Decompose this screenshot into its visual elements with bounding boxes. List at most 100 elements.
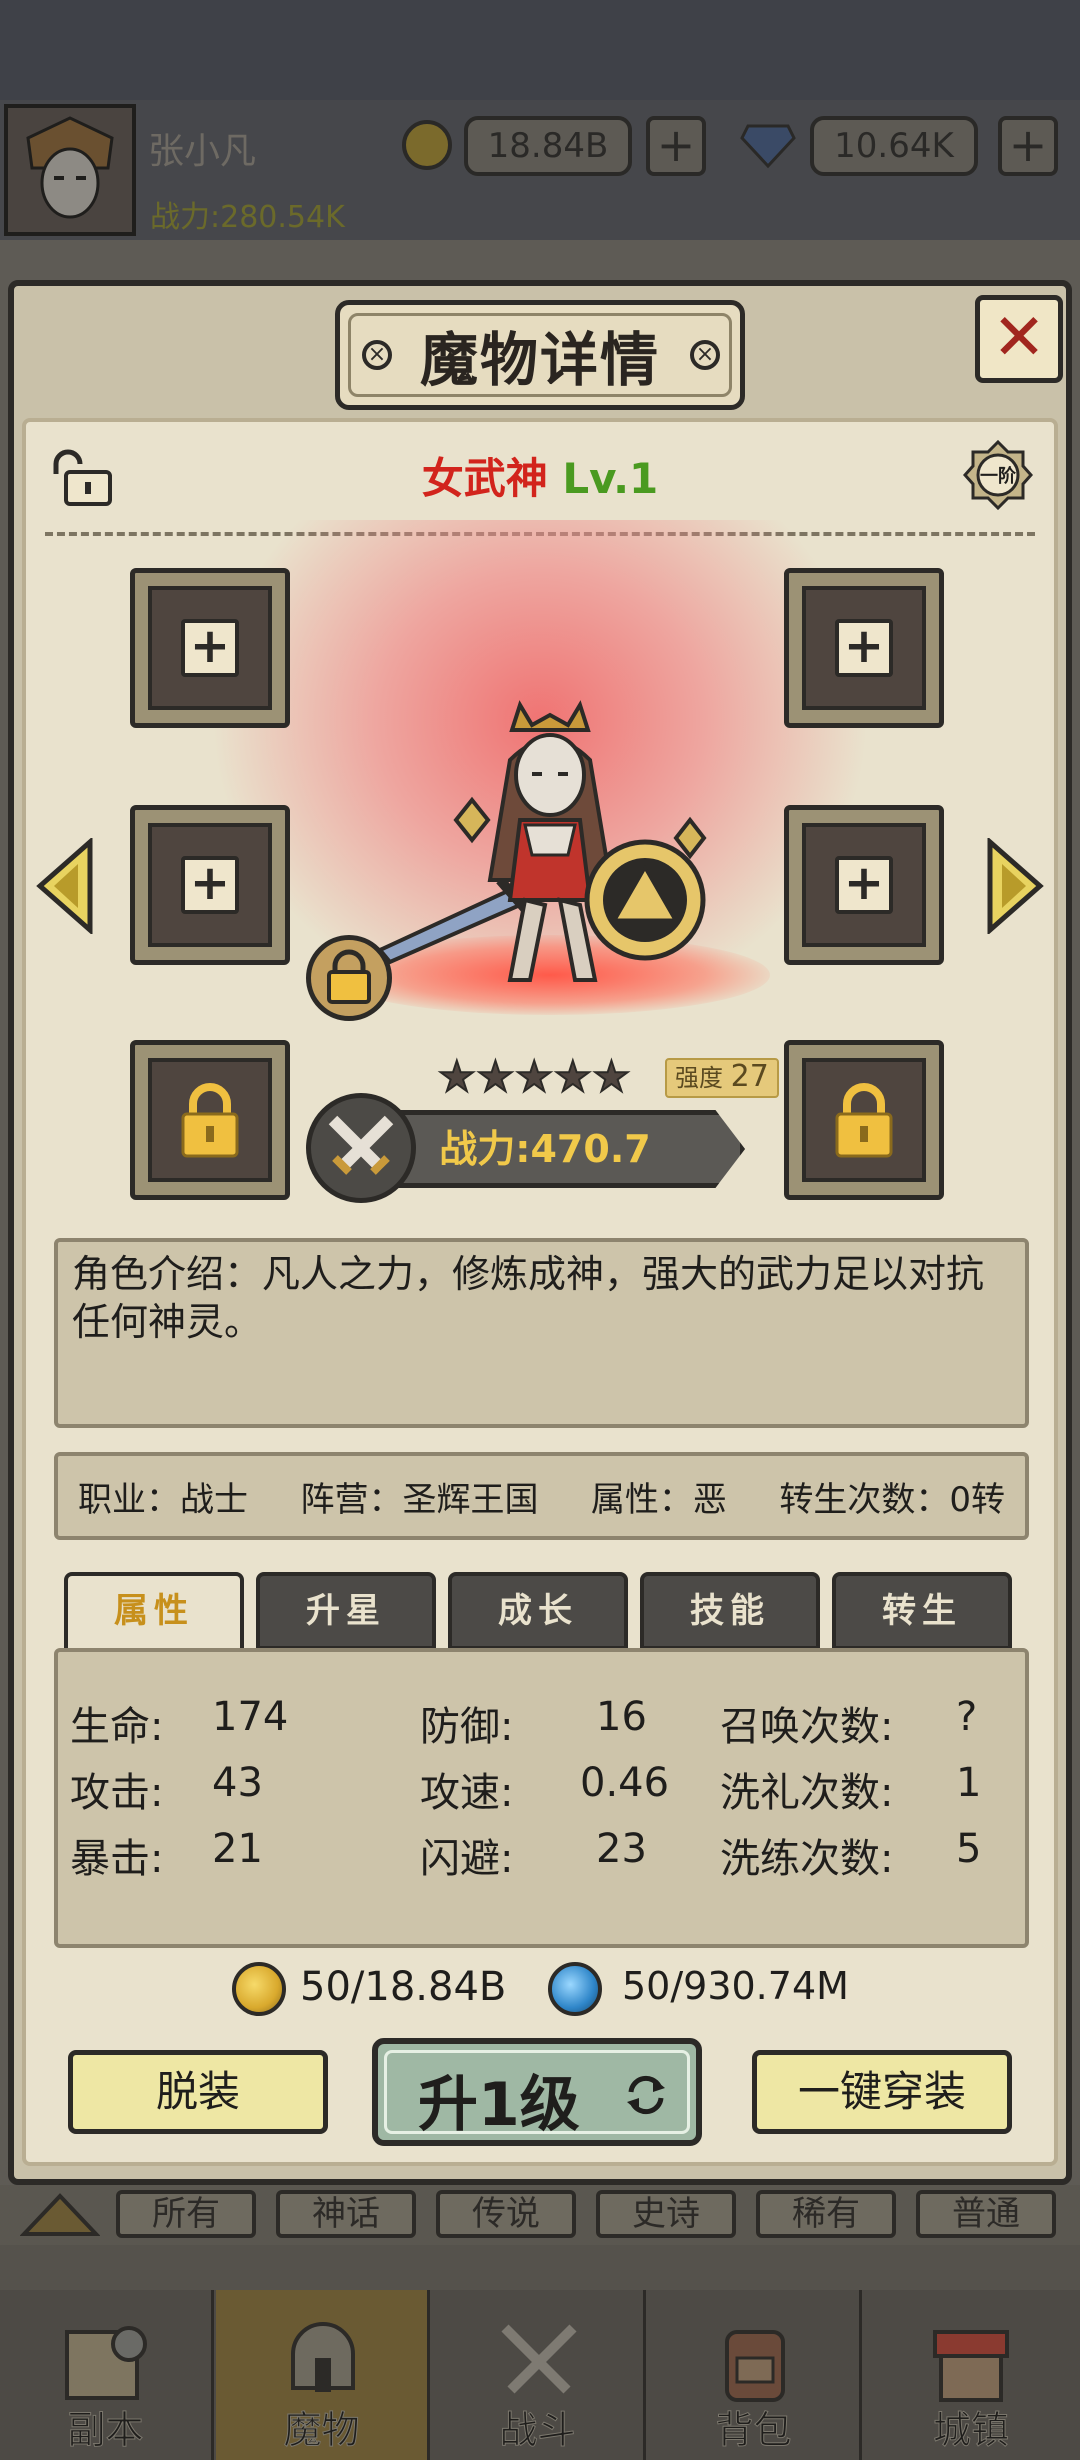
lock-icon [181,1083,239,1158]
level-up-label: 升1级 [418,2070,580,2140]
map-icon [65,2326,147,2400]
nav-monsters[interactable]: 魔物 [216,2290,430,2460]
stat-value: 174 [212,1694,289,1740]
equip-slot-6-locked[interactable] [784,1040,944,1200]
stat-label: 暴击: [70,1836,164,1882]
equip-slot-4[interactable]: + [784,805,944,965]
crystal-cost: 50/930.74M [622,1964,849,2008]
tab-skills[interactable]: 技能 [640,1572,820,1650]
monster-info-row: 职业：战士 阵营：圣辉王国 属性：恶 转生次数：0转 [54,1452,1029,1540]
crossed-swords-icon [501,2324,577,2394]
nav-backpack[interactable]: 背包 [648,2290,862,2460]
avatar[interactable] [4,104,136,236]
star-icon: ★ [476,1051,516,1102]
add-icon: + [835,619,893,677]
stat-label: 洗礼次数: [720,1770,894,1816]
strength-badge: 强度 27 [665,1058,779,1098]
unequip-button[interactable]: 脱装 [68,2050,328,2134]
nav-dungeon[interactable]: 副本 [0,2290,214,2460]
level-up-button[interactable]: 升1级 [372,2038,702,2146]
star-icon: ★ [437,1051,477,1102]
bolt-icon: × [690,340,720,370]
equip-slot-5-locked[interactable] [130,1040,290,1200]
tab-growth[interactable]: 成长 [448,1572,628,1650]
attribute-info: 属性：恶 [590,1479,727,1520]
stat-value: 5 [956,1826,982,1872]
category-mythic[interactable]: 神话 [276,2190,416,2238]
valkyrie-character [360,680,720,1010]
collapse-arrow-icon[interactable] [19,2192,101,2238]
equip-slot-1[interactable]: + [130,568,290,728]
strength-value: 27 [730,1059,769,1094]
add-gold-button[interactable]: + [646,116,706,176]
nav-label: 副本 [67,2408,144,2453]
nav-town[interactable]: 城镇 [864,2290,1078,2460]
star-icon: ★ [553,1051,593,1102]
nav-label: 城镇 [932,2408,1009,2453]
avatar-portrait-icon [8,108,132,232]
gold-coin-icon [232,1962,286,2016]
category-common[interactable]: 普通 [916,2190,1056,2238]
monster-title: 女武神 Lv.1 [0,445,1080,506]
stat-label: 防御: [420,1704,514,1750]
stat-label: 召唤次数: [720,1704,894,1750]
refresh-icon [627,2075,665,2115]
star-icon: ★ [592,1051,632,1102]
category-all[interactable]: 所有 [116,2190,256,2238]
nav-battle[interactable]: 战斗 [432,2290,646,2460]
star-rating: ★★★★★ [437,1051,632,1102]
dialog-title: 魔物详情 [419,326,660,394]
crossed-swords-icon [306,1093,416,1203]
stat-label: 洗练次数: [720,1836,894,1882]
dialog-title-plate: 魔物详情 [335,300,745,410]
add-icon: + [181,619,239,677]
backpack-icon [725,2330,785,2402]
category-rare[interactable]: 稀有 [756,2190,896,2238]
diamond-amount: 10.64K [810,116,978,176]
gold-cost: 50/18.84B [300,1964,507,2010]
rank-badge-label: 一阶 [980,466,1016,487]
rank-badge[interactable]: 一阶 [962,439,1034,511]
stat-value: 23 [596,1826,647,1872]
stat-value: 0.46 [580,1760,670,1806]
shop-icon [933,2330,1009,2402]
equip-all-button[interactable]: 一键穿装 [752,2050,1012,2134]
stat-value: 16 [596,1694,647,1740]
gold-amount: 18.84B [464,116,632,176]
tab-star-up[interactable]: 升星 [256,1572,436,1650]
rebirth-info: 转生次数：0转 [779,1479,1005,1520]
tab-attributes[interactable]: 属性 [64,1572,244,1650]
class-info: 职业：战士 [78,1479,248,1520]
skill-lock-icon[interactable] [306,935,392,1021]
faction-info: 阵营：圣辉王国 [300,1479,539,1520]
next-monster-arrow-icon[interactable] [986,836,1044,936]
tab-rebirth[interactable]: 转生 [832,1572,1012,1650]
stat-value: 43 [212,1760,263,1806]
player-power: 战力:280.54K [150,200,345,235]
gold-coin-icon [402,120,452,170]
monster-description: 角色介绍：凡人之力，修炼成神，强大的武力足以对抗任何神灵。 [54,1238,1029,1428]
equip-slot-2[interactable]: + [784,568,944,728]
crystal-icon [548,1962,602,2016]
helmet-icon [291,2322,355,2392]
stat-value: 21 [212,1826,263,1872]
monster-level: Lv.1 [562,454,659,503]
diamond-icon [740,122,796,170]
add-diamond-button[interactable]: + [998,116,1058,176]
add-icon: + [835,856,893,914]
stat-label: 攻速: [420,1770,514,1816]
add-icon: + [181,856,239,914]
bolt-icon: × [362,340,392,370]
category-epic[interactable]: 史诗 [596,2190,736,2238]
nav-label: 魔物 [283,2408,360,2453]
monster-power: 战力:470.7 [439,1127,651,1171]
category-legendary[interactable]: 传说 [436,2190,576,2238]
nav-label: 战斗 [499,2408,576,2453]
stat-label: 攻击: [70,1770,164,1816]
monster-name: 女武神 [421,454,548,503]
nav-label: 背包 [715,2408,792,2453]
stat-label: 生命: [70,1704,164,1750]
equip-slot-3[interactable]: + [130,805,290,965]
prev-monster-arrow-icon[interactable] [36,836,94,936]
close-button[interactable]: ✕ [975,295,1063,383]
